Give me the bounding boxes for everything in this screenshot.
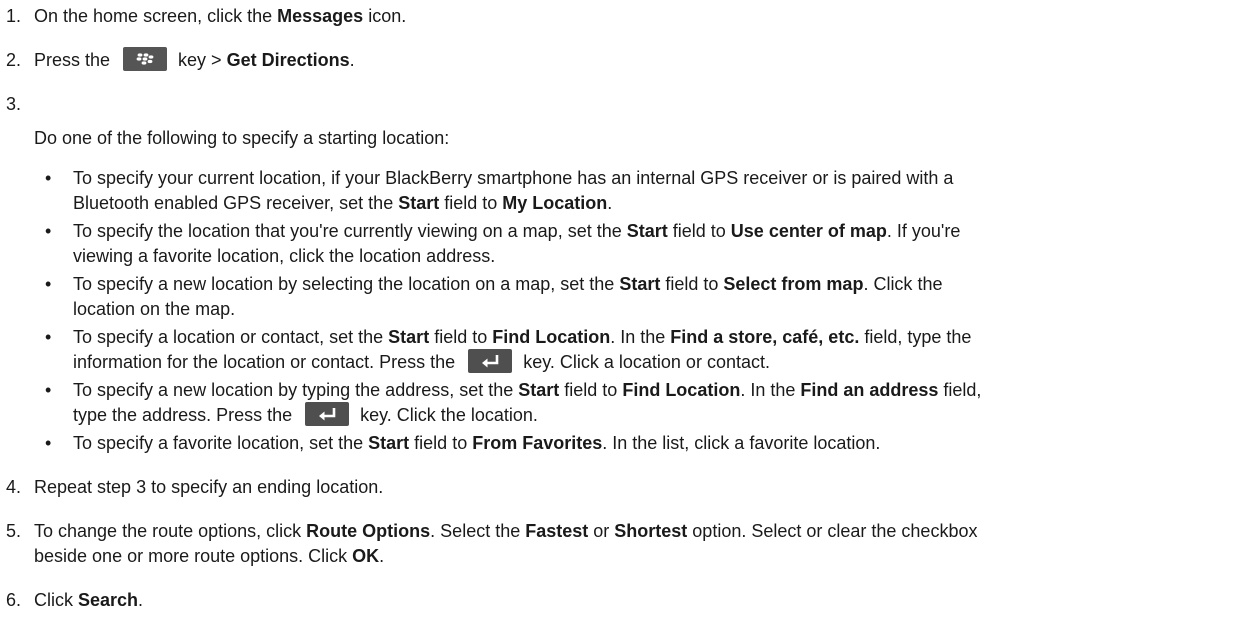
bullet-marker: • xyxy=(45,221,52,241)
step-number: 1. xyxy=(6,6,22,26)
bullet-marker: • xyxy=(45,433,52,453)
step-text: Click Search. xyxy=(34,590,144,610)
step-number: 2. xyxy=(6,50,22,70)
get-directions-label: Get Directions xyxy=(226,50,350,70)
list-item-text: To specify the location that you're curr… xyxy=(73,221,961,266)
step-number: 3. xyxy=(6,94,22,114)
messages-label: Messages xyxy=(277,6,364,26)
step-text: On the home screen, click the Messages i… xyxy=(34,6,407,26)
step-number: 4. xyxy=(6,477,22,497)
step-text: Do one of the following to specify a sta… xyxy=(34,128,450,148)
bullet-marker: • xyxy=(45,327,52,347)
step-number: 5. xyxy=(6,521,22,541)
list-item-text: To specify a location or contact, set th… xyxy=(73,327,972,374)
bullet-marker: • xyxy=(45,168,52,188)
list-item-text: To specify a new location by typing the … xyxy=(73,380,982,427)
list-item-text: To specify a new location by selecting t… xyxy=(73,274,943,319)
list-item-text: To specify your current location, if you… xyxy=(73,168,954,213)
enter-key-icon xyxy=(305,402,350,427)
blackberry-menu-key-icon xyxy=(123,47,168,72)
list-item-text: To specify a favorite location, set the … xyxy=(73,433,881,453)
bullet-marker: • xyxy=(45,380,52,400)
bullet-marker: • xyxy=(45,274,52,294)
enter-key-icon xyxy=(468,349,513,374)
step-text: Press the key > Get Directions. xyxy=(34,47,1234,73)
step-number: 6. xyxy=(6,590,22,610)
step-text: To change the route options, click Route… xyxy=(34,521,978,566)
step-text: Repeat step 3 to specify an ending locat… xyxy=(34,477,384,497)
search-label: Search xyxy=(78,590,139,610)
